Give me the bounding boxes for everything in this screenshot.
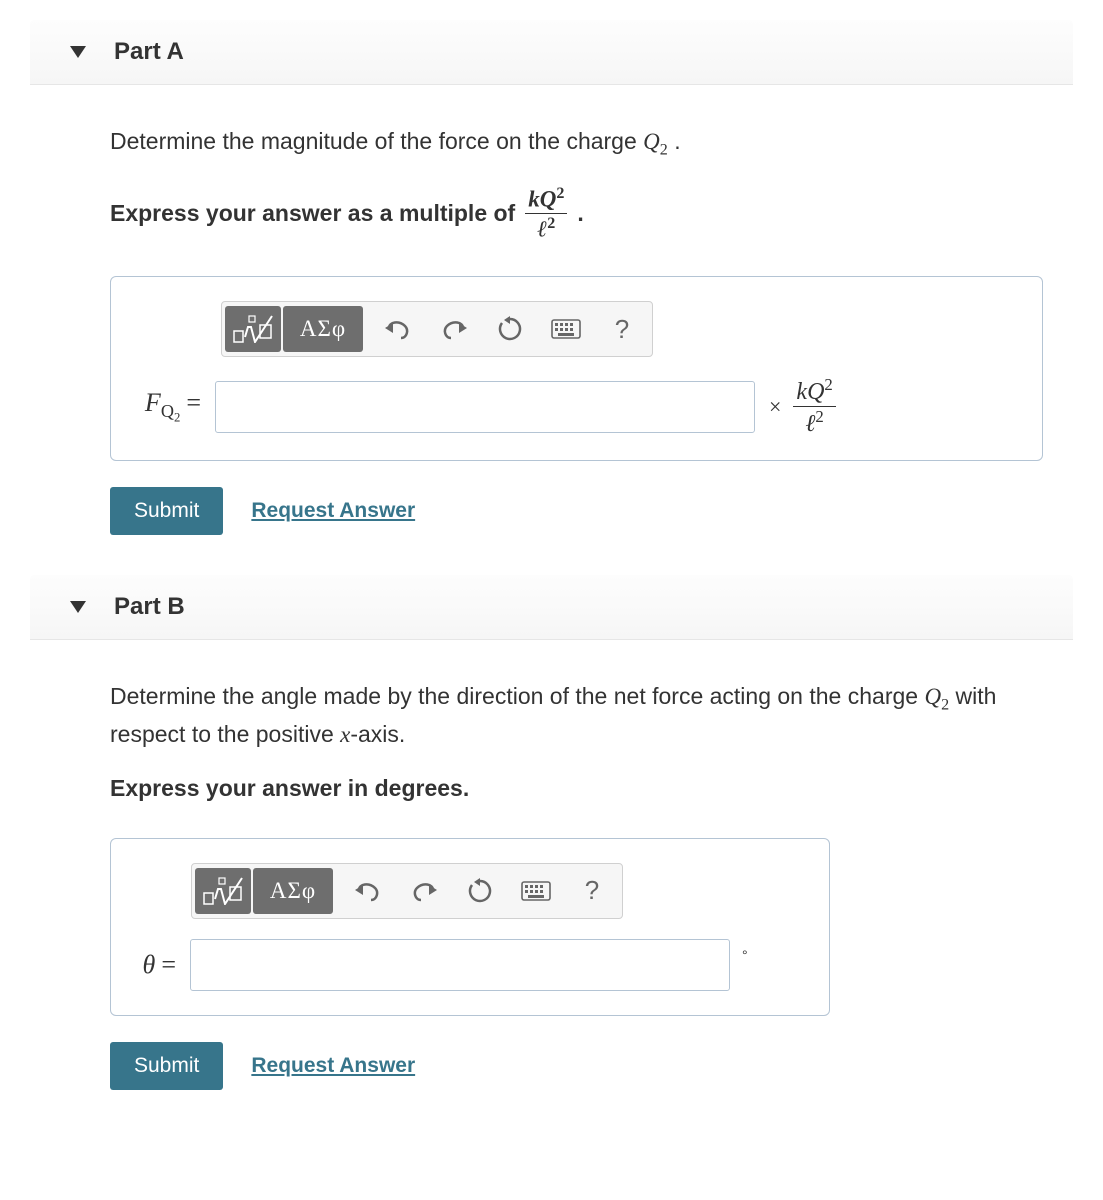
- help-button[interactable]: ?: [564, 867, 620, 915]
- page-container: Part A Determine the magnitude of the fo…: [0, 0, 1103, 1150]
- part-a-title: Part A: [114, 38, 184, 66]
- equation-toolbar: ΑΣφ ?: [191, 863, 623, 919]
- part-b-prompt: Determine the angle made by the directio…: [110, 680, 1043, 750]
- part-a-answer-input[interactable]: [215, 381, 755, 433]
- express-text-end: .: [577, 200, 583, 227]
- part-a-prompt: Determine the magnitude of the force on …: [110, 125, 1043, 162]
- undo-button[interactable]: [370, 305, 426, 353]
- request-answer-link[interactable]: Request Answer: [251, 499, 415, 523]
- lhs-theta: θ=: [131, 950, 176, 980]
- part-a-body: Determine the magnitude of the force on …: [30, 85, 1073, 575]
- part-b-header[interactable]: Part B: [30, 575, 1073, 640]
- templates-button[interactable]: [225, 306, 281, 352]
- equation-toolbar: ΑΣφ ?: [221, 301, 653, 357]
- prompt-text-end: .: [668, 128, 681, 154]
- lhs-FQ2: FQ2=: [131, 388, 201, 426]
- part-a-input-row: FQ2= × kQ2 ℓ2: [131, 377, 1022, 436]
- prompt-text: Determine the angle made by the directio…: [110, 683, 924, 709]
- caret-down-icon: [70, 601, 86, 613]
- prompt-text: Determine the magnitude of the force on …: [110, 128, 643, 154]
- part-b-body: Determine the angle made by the directio…: [30, 640, 1073, 1129]
- prompt-post: -axis.: [350, 721, 405, 747]
- templates-button[interactable]: [195, 868, 251, 914]
- redo-button[interactable]: [396, 867, 452, 915]
- var-x: x: [340, 722, 350, 747]
- submit-button[interactable]: Submit: [110, 487, 223, 535]
- unit-degrees: °: [744, 957, 750, 973]
- help-button[interactable]: ?: [594, 305, 650, 353]
- reset-button[interactable]: [452, 867, 508, 915]
- greek-button[interactable]: ΑΣφ: [253, 868, 333, 914]
- express-text: Express your answer as a multiple of: [110, 200, 515, 227]
- part-b-answer-input[interactable]: [190, 939, 730, 991]
- keyboard-button[interactable]: [538, 305, 594, 353]
- part-a-header[interactable]: Part A: [30, 20, 1073, 85]
- part-a-express: Express your answer as a multiple of kQ2…: [110, 186, 1043, 240]
- part-b-express: Express your answer in degrees.: [110, 775, 1043, 802]
- redo-button[interactable]: [426, 305, 482, 353]
- part-b-answer-box: ΑΣφ ? θ=: [110, 838, 830, 1016]
- part-b-actions: Submit Request Answer: [110, 1042, 1043, 1090]
- part-b-input-row: θ= °: [131, 939, 809, 991]
- part-b-title: Part B: [114, 593, 185, 621]
- request-answer-link[interactable]: Request Answer: [251, 1054, 415, 1078]
- greek-button[interactable]: ΑΣφ: [283, 306, 363, 352]
- keyboard-button[interactable]: [508, 867, 564, 915]
- caret-down-icon: [70, 46, 86, 58]
- var-Q2: Q2: [643, 129, 668, 154]
- part-a-answer-box: ΑΣφ ? FQ2=: [110, 276, 1043, 461]
- reset-button[interactable]: [482, 305, 538, 353]
- fraction-kQ2-l2: kQ2 ℓ2: [525, 186, 567, 240]
- undo-button[interactable]: [340, 867, 396, 915]
- submit-button[interactable]: Submit: [110, 1042, 223, 1090]
- var-Q2: Q2: [924, 684, 949, 709]
- unit-kQ2-l2: × kQ2 ℓ2: [769, 377, 840, 436]
- part-a-actions: Submit Request Answer: [110, 487, 1043, 535]
- express-text: Express your answer in degrees.: [110, 775, 469, 802]
